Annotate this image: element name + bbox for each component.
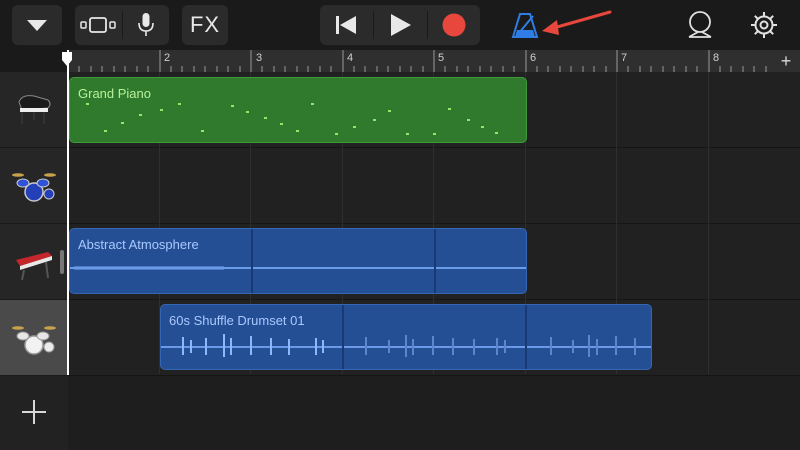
toolbar: FX [0,0,800,50]
bar-number: 4 [347,52,354,64]
bar-gridline [708,72,709,374]
plus-icon [22,400,46,424]
loop-icon [688,11,712,38]
fx-label: FX [189,12,221,37]
bar-number: 5 [438,52,445,64]
bar-number: 8 [713,52,720,64]
midi-region-grand-piano[interactable]: Grand Piano [69,77,527,143]
audio-waveform [70,229,526,293]
drum-kit-icon [12,172,56,202]
bar-number: 2 [164,52,171,64]
keyboard-synth-icon [16,251,52,280]
annotation-arrow-icon [542,10,612,35]
record-icon [442,13,466,37]
bar-number: 3 [256,52,263,64]
track-view-button[interactable] [75,5,121,45]
chevron-down-icon [27,20,47,31]
browser-toggle-button[interactable] [12,5,62,45]
resize-handle[interactable] [60,250,64,274]
drummer-icon [12,325,56,355]
track-header-keyboard[interactable] [0,224,68,300]
play-button[interactable] [374,5,426,45]
record-button[interactable] [428,5,480,45]
skip-back-icon [336,16,356,34]
bar-number: 7 [621,52,628,64]
gear-icon [751,12,777,38]
timeline[interactable]: Grand Piano Abstract Atmosphere 60s Shuf… [68,72,800,450]
metronome-icon [511,13,539,38]
tracks-view-icon [80,17,116,33]
track-header-drummer[interactable] [0,300,68,376]
microphone-icon [138,13,154,36]
ruler-ticks [68,50,767,72]
bar-ruler[interactable]: 2 3 4 5 6 7 8 [68,50,800,72]
audio-region-abstract-atmosphere[interactable]: Abstract Atmosphere [69,228,527,294]
fx-button[interactable]: FX [182,5,228,45]
metronome-button[interactable] [505,5,545,45]
bar-number: 6 [530,52,537,64]
playhead[interactable] [67,50,69,375]
loop-browser-button[interactable] [680,5,720,45]
playhead-handle-icon[interactable] [62,52,72,66]
midi-notes [86,103,498,135]
track-headers [0,72,68,450]
transport-controls [320,5,480,45]
play-icon [391,14,411,36]
rewind-button[interactable] [320,5,372,45]
microphone-button[interactable] [123,5,169,45]
view-controls-group [75,5,169,45]
add-section-button[interactable]: + [772,50,800,72]
drum-hits [161,305,651,369]
track-header-grand-piano[interactable] [0,72,68,148]
grand-piano-icon [18,94,51,124]
drummer-region-60s-shuffle[interactable]: 60s Shuffle Drumset 01 [160,304,652,370]
track-header-drum-kit[interactable] [0,148,68,224]
add-track-button[interactable] [0,374,68,450]
track-lane[interactable] [68,148,800,224]
settings-button[interactable] [742,5,786,45]
